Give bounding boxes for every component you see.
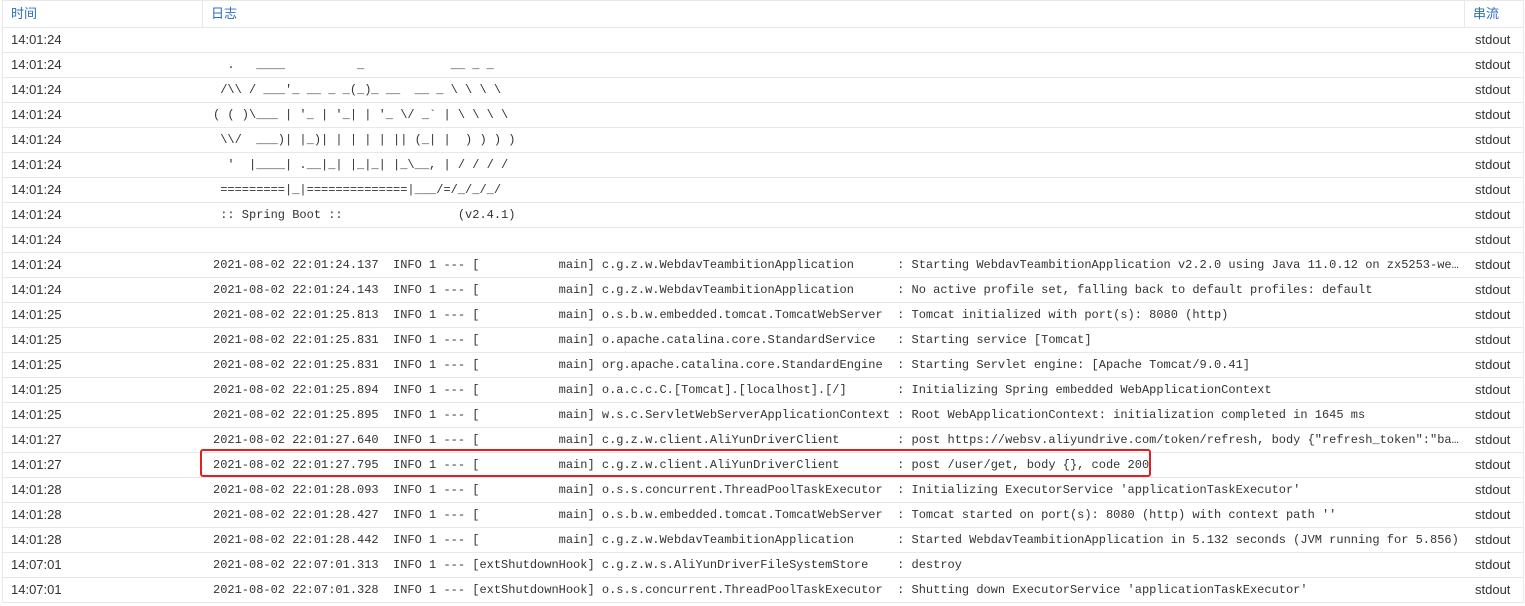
table-row[interactable]: 14:01:24 stdout xyxy=(3,28,1523,53)
log-message: 2021-08-02 22:01:25.813 INFO 1 --- [ mai… xyxy=(213,308,1229,322)
log-message: 2021-08-02 22:01:27.640 INFO 1 --- [ mai… xyxy=(213,433,1465,447)
table-row[interactable]: 14:01:27 2021-08-02 22:01:27.640 INFO 1 -… xyxy=(3,428,1523,453)
log-message: 2021-08-02 22:01:27.795 INFO 1 --- [ mai… xyxy=(213,458,1150,472)
log-time: 14:07:01 xyxy=(11,557,62,572)
log-stream: stdout xyxy=(1475,257,1511,272)
table-row[interactable]: 14:01:24 stdout xyxy=(3,228,1523,253)
log-time: 14:01:24 xyxy=(11,232,62,247)
log-message: 2021-08-02 22:01:25.895 INFO 1 --- [ mai… xyxy=(213,408,1366,422)
log-stream: stdout xyxy=(1475,507,1511,522)
log-message: 2021-08-02 22:01:25.831 INFO 1 --- [ mai… xyxy=(213,333,1092,347)
log-message: 2021-08-02 22:07:01.313 INFO 1 --- [extS… xyxy=(213,558,962,572)
log-stream: stdout xyxy=(1475,357,1511,372)
log-stream: stdout xyxy=(1475,207,1511,222)
log-time: 14:01:24 xyxy=(11,282,62,297)
table-row[interactable]: 14:01:24 =========|_|==============|___/… xyxy=(3,178,1523,203)
table-row[interactable]: 14:01:27 2021-08-02 22:01:27.795 INFO 1 -… xyxy=(3,453,1523,478)
table-row[interactable]: 14:01:28 2021-08-02 22:01:28.442 INFO 1 -… xyxy=(3,528,1523,553)
log-message: 2021-08-02 22:01:25.831 INFO 1 --- [ mai… xyxy=(213,358,1250,372)
log-stream: stdout xyxy=(1475,307,1511,322)
table-row[interactable]: 14:01:24 \\/ ___)| |_)| | | | | || (_| |… xyxy=(3,128,1523,153)
log-time: 14:01:27 xyxy=(11,432,62,447)
table-row[interactable]: 14:01:28 2021-08-02 22:01:28.093 INFO 1 -… xyxy=(3,478,1523,503)
log-message: 2021-08-02 22:01:25.894 INFO 1 --- [ mai… xyxy=(213,383,1272,397)
table-row[interactable]: 14:01:24 . ____ _ __ _ _ stdout xyxy=(3,53,1523,78)
table-row[interactable]: 14:01:24 ' |____| .__|_| |_|_| |_\__, | … xyxy=(3,153,1523,178)
log-time: 14:01:25 xyxy=(11,332,62,347)
log-time: 14:01:28 xyxy=(11,482,62,497)
table-row[interactable]: 14:01:24 /\\ / ___'_ __ _ _(_)_ __ __ _ … xyxy=(3,78,1523,103)
table-row[interactable]: 14:01:25 2021-08-02 22:01:25.831 INFO 1 -… xyxy=(3,328,1523,353)
log-message: ' |____| .__|_| |_|_| |_\__, | / / / / xyxy=(213,158,509,172)
log-time: 14:01:24 xyxy=(11,207,62,222)
log-message xyxy=(203,228,1465,252)
column-header-stream[interactable]: 串流 xyxy=(1465,1,1523,27)
log-stream: stdout xyxy=(1475,407,1511,422)
log-time: 14:01:24 xyxy=(11,82,62,97)
log-table: 时间 日志 串流 14:01:24 stdout 14:01:24 . ____ _… xyxy=(2,0,1524,603)
log-time: 14:01:25 xyxy=(11,307,62,322)
column-header-time[interactable]: 时间 xyxy=(3,1,203,27)
log-stream: stdout xyxy=(1475,57,1511,72)
log-stream: stdout xyxy=(1475,82,1511,97)
log-time: 14:01:24 xyxy=(11,157,62,172)
log-stream: stdout xyxy=(1475,232,1511,247)
log-message: 2021-08-02 22:01:28.427 INFO 1 --- [ mai… xyxy=(213,508,1337,522)
table-header: 时间 日志 串流 xyxy=(3,0,1523,28)
log-time: 14:01:28 xyxy=(11,532,62,547)
log-stream: stdout xyxy=(1475,532,1511,547)
log-stream: stdout xyxy=(1475,457,1511,472)
log-time: 14:01:24 xyxy=(11,182,62,197)
log-time: 14:01:27 xyxy=(11,457,62,472)
log-time: 14:01:24 xyxy=(11,257,62,272)
log-message xyxy=(203,28,1465,52)
table-row[interactable]: 14:01:28 2021-08-02 22:01:28.427 INFO 1 -… xyxy=(3,503,1523,528)
log-time: 14:01:24 xyxy=(11,57,62,72)
column-header-log[interactable]: 日志 xyxy=(203,1,1465,27)
log-message: 2021-08-02 22:01:24.143 INFO 1 --- [ mai… xyxy=(213,283,1373,297)
log-stream: stdout xyxy=(1475,382,1511,397)
table-row[interactable]: 14:01:25 2021-08-02 22:01:25.813 INFO 1 -… xyxy=(3,303,1523,328)
log-stream: stdout xyxy=(1475,32,1511,47)
table-row[interactable]: 14:01:24 2021-08-02 22:01:24.137 INFO 1 -… xyxy=(3,253,1523,278)
log-message: . ____ _ __ _ _ xyxy=(213,58,494,72)
log-time: 14:01:24 xyxy=(11,132,62,147)
table-row[interactable]: 14:01:24 ( ( )\___ | '_ | '_| | '_ \/ _` … xyxy=(3,103,1523,128)
log-stream: stdout xyxy=(1475,157,1511,172)
log-message: 2021-08-02 22:01:28.093 INFO 1 --- [ mai… xyxy=(213,483,1301,497)
log-time: 14:01:25 xyxy=(11,382,62,397)
log-message: 2021-08-02 22:01:24.137 INFO 1 --- [ mai… xyxy=(213,258,1465,272)
table-row[interactable]: 14:01:24 2021-08-02 22:01:24.143 INFO 1 -… xyxy=(3,278,1523,303)
log-stream: stdout xyxy=(1475,282,1511,297)
table-body: 14:01:24 stdout 14:01:24 . ____ _ __ _ _ st… xyxy=(3,28,1523,603)
log-time: 14:01:24 xyxy=(11,107,62,122)
table-row[interactable]: 14:01:25 2021-08-02 22:01:25.895 INFO 1 -… xyxy=(3,403,1523,428)
log-time: 14:01:25 xyxy=(11,407,62,422)
log-time: 14:01:28 xyxy=(11,507,62,522)
log-message: :: Spring Boot :: (v2.4.1) xyxy=(213,208,516,222)
log-stream: stdout xyxy=(1475,332,1511,347)
log-stream: stdout xyxy=(1475,482,1511,497)
log-stream: stdout xyxy=(1475,432,1511,447)
table-row[interactable]: 14:01:24 :: Spring Boot :: (v2.4.1) stdou… xyxy=(3,203,1523,228)
log-stream: stdout xyxy=(1475,557,1511,572)
log-time: 14:01:25 xyxy=(11,357,62,372)
log-message: =========|_|==============|___/=/_/_/_/ xyxy=(213,183,502,197)
log-message: 2021-08-02 22:07:01.328 INFO 1 --- [extS… xyxy=(213,583,1308,597)
log-message: ( ( )\___ | '_ | '_| | '_ \/ _` | \ \ \ … xyxy=(213,108,509,122)
log-time: 14:07:01 xyxy=(11,582,62,597)
table-row[interactable]: 14:01:25 2021-08-02 22:01:25.894 INFO 1 -… xyxy=(3,378,1523,403)
table-row[interactable]: 14:07:01 2021-08-02 22:07:01.328 INFO 1 -… xyxy=(3,578,1523,603)
log-stream: stdout xyxy=(1475,132,1511,147)
table-row[interactable]: 14:07:01 2021-08-02 22:07:01.313 INFO 1 -… xyxy=(3,553,1523,578)
log-message: /\\ / ___'_ __ _ _(_)_ __ __ _ \ \ \ \ xyxy=(213,83,502,97)
log-message: 2021-08-02 22:01:28.442 INFO 1 --- [ mai… xyxy=(213,533,1459,547)
log-message: \\/ ___)| |_)| | | | | || (_| | ) ) ) ) xyxy=(213,133,516,147)
log-time: 14:01:24 xyxy=(11,32,62,47)
log-stream: stdout xyxy=(1475,182,1511,197)
log-stream: stdout xyxy=(1475,582,1511,597)
table-row[interactable]: 14:01:25 2021-08-02 22:01:25.831 INFO 1 -… xyxy=(3,353,1523,378)
log-stream: stdout xyxy=(1475,107,1511,122)
